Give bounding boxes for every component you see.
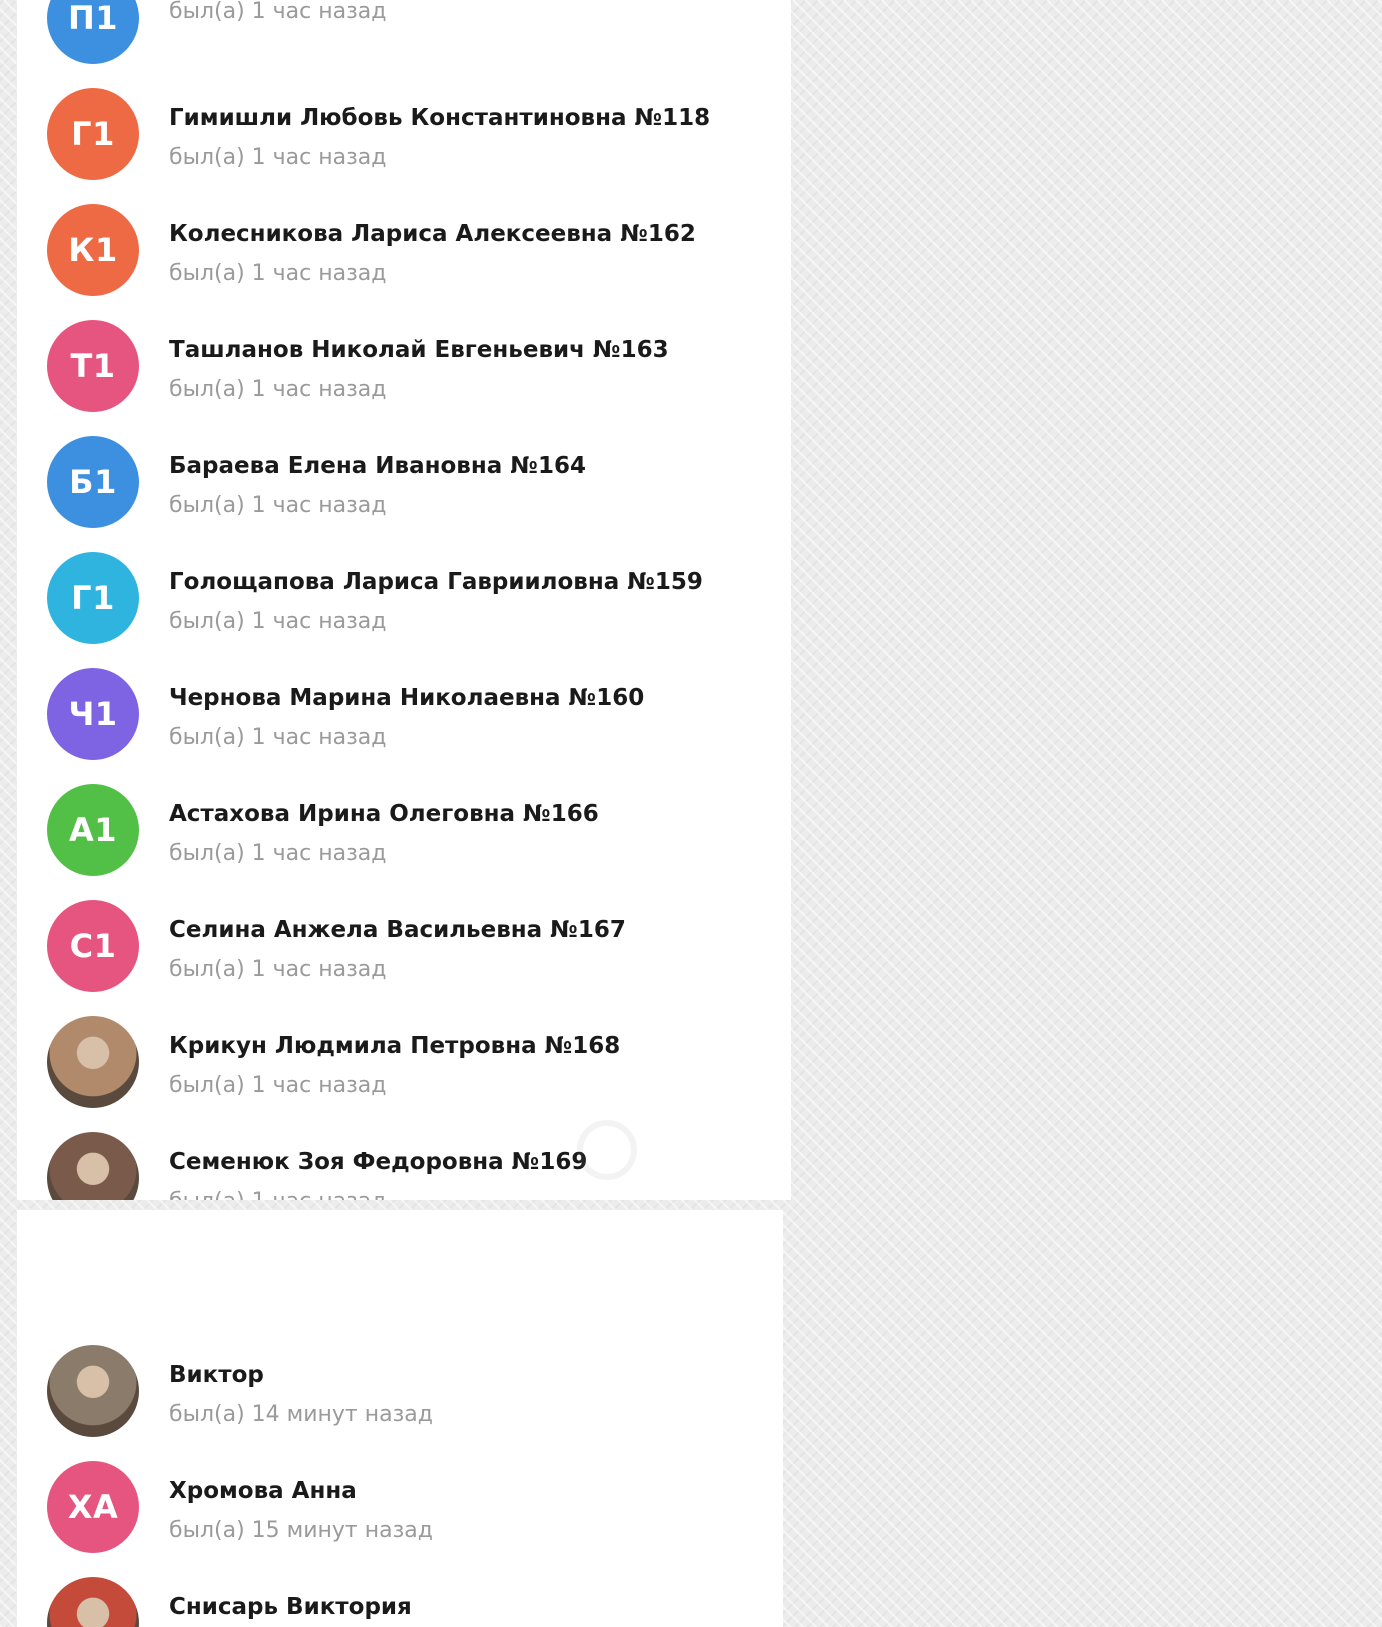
contact-info: Чернова Марина Николаевна №160 был(а) 1 ч… [169, 683, 644, 753]
contact-row[interactable]: ХА Хромова Анна был(а) 15 минут назад [17, 1449, 783, 1565]
last-seen-status: был(а) 1 час назад [169, 0, 387, 24]
contact-row[interactable]: Ч1 Чернова Марина Николаевна №160 был(а) 1… [17, 656, 791, 772]
contact-info: Ташланов Николай Евгеньевич №163 был(а) 1… [169, 335, 669, 405]
contact-info: Гимишли Любовь Константиновна №118 был(а)… [169, 103, 710, 173]
avatar[interactable]: Г1 [47, 552, 139, 644]
last-seen-status: был(а) 15 минут назад [169, 1518, 433, 1543]
contact-name: Гимишли Любовь Константиновна №118 [169, 105, 711, 131]
contacts-list: П1 был(а) 1 час назад Г1 Гимишли Любовь Кон… [17, 0, 791, 1200]
avatar[interactable]: ХА [47, 1461, 139, 1553]
last-seen-status: был(а) 1 час назад [169, 493, 387, 518]
contact-name: Крикун Людмила Петровна №168 [169, 1033, 621, 1059]
avatar[interactable]: К1 [47, 204, 139, 296]
contacts-panel-top: П1 был(а) 1 час назад Г1 Гимишли Любовь Кон… [17, 0, 791, 1200]
contact-info: Колесникова Лариса Алексеевна №162 был(а)… [169, 219, 696, 289]
contacts-panel-bottom: Виктор был(а) 14 минут назад ХА Хромова Анн… [17, 1210, 783, 1627]
avatar[interactable]: А1 [47, 784, 139, 876]
avatar[interactable]: Ч1 [47, 668, 139, 760]
avatar[interactable]: П1 [47, 0, 139, 64]
contact-row[interactable]: Г1 Голощапова Лариса Гаврииловна №159 был(… [17, 540, 791, 656]
last-seen-status: был(а) 1 час назад [169, 609, 387, 634]
contact-info: Астахова Ирина Олеговна №166 был(а) 1 час… [169, 799, 599, 869]
contact-info: Селина Анжела Васильевна №167 был(а) 1 ча… [169, 915, 626, 985]
contact-row[interactable]: А1 Астахова Ирина Олеговна №166 был(а) 1 ч… [17, 772, 791, 888]
contact-name: Ташланов Николай Евгеньевич №163 [169, 337, 669, 363]
contact-row[interactable]: Снисарь Виктория [17, 1565, 783, 1627]
last-seen-status: был(а) 1 час назад [169, 1073, 387, 1098]
contacts-list: Виктор был(а) 14 минут назад ХА Хромова Анн… [17, 1333, 783, 1627]
contact-info: Виктор был(а) 14 минут назад [169, 1360, 433, 1430]
contact-row[interactable]: К1 Колесникова Лариса Алексеевна №162 был(… [17, 192, 791, 308]
avatar[interactable]: Б1 [47, 436, 139, 528]
contact-info: Голощапова Лариса Гаврииловна №159 был(а)… [169, 567, 703, 637]
contact-name: Астахова Ирина Олеговна №166 [169, 801, 599, 827]
contact-info: Крикун Людмила Петровна №168 был(а) 1 час… [169, 1031, 620, 1101]
last-seen-status: был(а) 1 час назад [169, 145, 387, 170]
contact-info: Бараева Елена Ивановна №164 был(а) 1 час … [169, 451, 586, 521]
avatar-photo[interactable] [47, 1016, 139, 1108]
contact-info: был(а) 1 час назад [169, 0, 386, 27]
contact-info: Снисарь Виктория [169, 1592, 412, 1627]
last-seen-status: был(а) 14 минут назад [169, 1402, 433, 1427]
last-seen-status: был(а) 1 час назад [169, 261, 387, 286]
last-seen-status: был(а) 1 час назад [169, 841, 387, 866]
avatar-photo[interactable] [47, 1132, 139, 1200]
avatar[interactable]: С1 [47, 900, 139, 992]
contact-name: Виктор [169, 1362, 264, 1388]
contact-row[interactable]: Г1 Гимишли Любовь Константиновна №118 был(… [17, 76, 791, 192]
contact-row[interactable]: Виктор был(а) 14 минут назад [17, 1333, 783, 1449]
last-seen-status: был(а) 1 час назад [169, 725, 387, 750]
contact-name: Колесникова Лариса Алексеевна №162 [169, 221, 696, 247]
contact-name: Хромова Анна [169, 1478, 357, 1504]
avatar-photo[interactable] [47, 1345, 139, 1437]
contact-name: Чернова Марина Николаевна №160 [169, 685, 645, 711]
contact-name: Селина Анжела Васильевна №167 [169, 917, 626, 943]
watermark-logo [577, 1115, 791, 1185]
contact-row[interactable]: П1 был(а) 1 час назад [17, 0, 791, 76]
contact-row[interactable]: С1 Селина Анжела Васильевна №167 был(а) 1 … [17, 888, 791, 1004]
contact-name: Голощапова Лариса Гаврииловна №159 [169, 569, 703, 595]
last-seen-status: был(а) 1 час назад [169, 957, 387, 982]
contact-info: Семенюк Зоя Федоровна №169 был(а) 1 час н… [169, 1147, 587, 1200]
contact-row[interactable]: Крикун Людмила Петровна №168 был(а) 1 час… [17, 1004, 791, 1120]
contact-row[interactable]: Т1 Ташланов Николай Евгеньевич №163 был(а)… [17, 308, 791, 424]
last-seen-status: был(а) 1 час назад [169, 377, 387, 402]
contact-row[interactable]: Б1 Бараева Елена Ивановна №164 был(а) 1 ча… [17, 424, 791, 540]
avatar-photo[interactable] [47, 1577, 139, 1627]
last-seen-status: был(а) 1 час назад [169, 1187, 587, 1200]
contact-name: Семенюк Зоя Федоровна №169 [169, 1149, 588, 1175]
avatar[interactable]: Г1 [47, 88, 139, 180]
avatar[interactable]: Т1 [47, 320, 139, 412]
contact-name: Снисарь Виктория [169, 1594, 412, 1620]
contact-name: Бараева Елена Ивановна №164 [169, 453, 586, 479]
contact-info: Хромова Анна был(а) 15 минут назад [169, 1476, 433, 1546]
